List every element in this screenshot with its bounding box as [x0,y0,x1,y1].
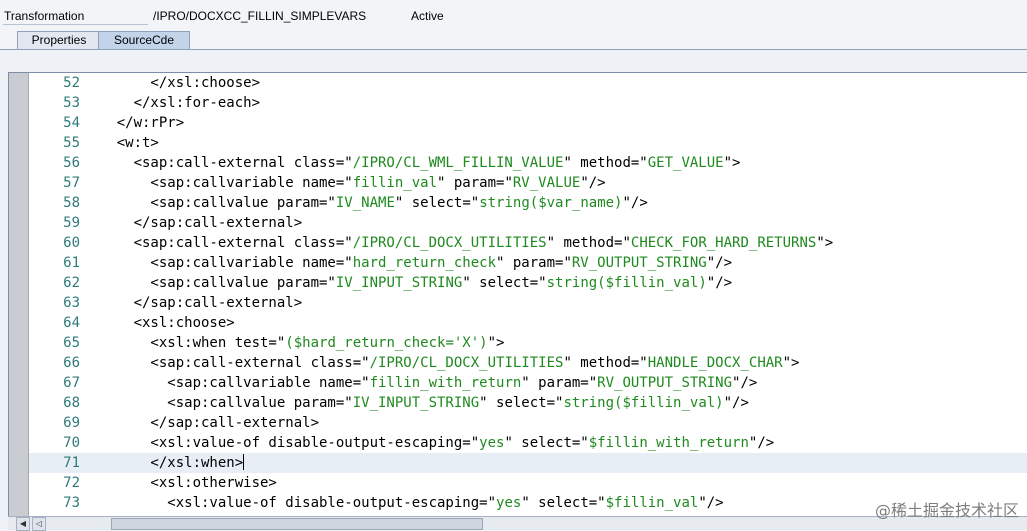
code-line[interactable]: 69 </sap:call-external> [29,413,1027,433]
code-text: </xsl:for-each> [83,95,261,111]
watermark: @稀土掘金技术社区 [874,501,1019,520]
line-number: 57 [63,175,80,191]
code-line[interactable]: 71 </xsl:when> [29,453,1027,473]
line-number: 66 [63,355,80,371]
code-line[interactable]: 55 <w:t> [29,133,1027,153]
code-text: <sap:callvariable name="fillin_val" para… [83,175,606,191]
text-caret [243,454,245,470]
code-line[interactable]: 64 <xsl:choose> [29,313,1027,333]
line-number: 61 [63,255,80,271]
code-text: <xsl:value-of disable-output-escaping="y… [83,435,775,451]
code-text: </xsl:choose> [83,75,261,91]
code-editor[interactable]: 52 </xsl:choose> 53 </xsl:for-each> 54 </w… [8,72,1027,517]
line-number: 65 [63,335,80,351]
line-number: 52 [63,75,80,91]
line-number: 67 [63,375,80,391]
code-text: <xsl:otherwise> [83,475,277,491]
code-lines: 52 </xsl:choose> 53 </xsl:for-each> 54 </w… [29,73,1027,517]
code-line[interactable]: 65 <xsl:when test="($hard_return_check='… [29,333,1027,353]
line-number: 63 [63,295,80,311]
code-line[interactable]: 62 <sap:callvalue param="IV_INPUT_STRING… [29,273,1027,293]
line-number: 72 [63,475,80,491]
code-line[interactable]: 52 </xsl:choose> [29,73,1027,93]
line-number: 70 [63,435,80,451]
line-number: 73 [63,495,80,511]
code-text: <sap:call-external class="/IPRO/CL_DOCX_… [83,355,800,371]
line-number: 55 [63,135,80,151]
code-line[interactable]: 59 </sap:call-external> [29,213,1027,233]
line-number: 68 [63,395,80,411]
tab-sourcecode[interactable]: SourceCde [98,31,190,49]
code-line[interactable]: 72 <xsl:otherwise> [29,473,1027,493]
line-number: 64 [63,315,80,331]
code-line[interactable]: 66 <sap:call-external class="/IPRO/CL_DO… [29,353,1027,373]
code-text: <w:t> [83,135,159,151]
code-line[interactable]: 63 </sap:call-external> [29,293,1027,313]
code-line[interactable]: 54 </w:rPr> [29,113,1027,133]
code-line[interactable]: 53 </xsl:for-each> [29,93,1027,113]
line-number: 71 [63,455,80,471]
divider [3,24,148,25]
line-number: 54 [63,115,80,131]
code-text: <xsl:value-of disable-output-escaping="y… [83,495,724,511]
code-text: <xsl:choose> [83,315,235,331]
object-name: /IPRO/DOCXCC_FILLIN_SIMPLEVARS [153,9,367,23]
line-number: 59 [63,215,80,231]
header-bar: Transformation /IPRO/DOCXCC_FILLIN_SIMPL… [0,0,1027,30]
line-number: 53 [63,95,80,111]
line-number: 60 [63,235,80,251]
code-text: </sap:call-external> [83,415,320,431]
line-number: 62 [63,275,80,291]
code-text: <sap:callvariable name="fillin_with_retu… [83,375,758,391]
code-line[interactable]: 58 <sap:callvalue param="IV_NAME" select… [29,193,1027,213]
code-line[interactable]: 56 <sap:call-external class="/IPRO/CL_WM… [29,153,1027,173]
code-text: </sap:call-external> [83,295,303,311]
code-text: </w:rPr> [83,115,185,131]
line-number: 58 [63,195,80,211]
code-text: <sap:callvalue param="IV_INPUT_STRING" s… [83,395,749,411]
code-text: <sap:callvalue param="IV_INPUT_STRING" s… [83,275,733,291]
line-number: 56 [63,155,80,171]
code-text: <sap:callvalue param="IV_NAME" select="s… [83,195,648,211]
code-text: <sap:callvariable name="hard_return_chec… [83,255,733,271]
scrollbar-thumb[interactable] [111,518,483,530]
code-text: <sap:call-external class="/IPRO/CL_WML_F… [83,155,741,171]
tab-properties[interactable]: Properties [17,31,101,49]
code-text: </xsl:when> [83,454,245,471]
editor-gutter [9,73,29,517]
code-line[interactable]: 57 <sap:callvariable name="fillin_val" p… [29,173,1027,193]
code-line[interactable]: 61 <sap:callvariable name="hard_return_c… [29,253,1027,273]
code-line[interactable]: 60 <sap:call-external class="/IPRO/CL_DO… [29,233,1027,253]
object-type-label: Transformation [4,9,85,23]
line-number: 69 [63,415,80,431]
code-line[interactable]: 70 <xsl:value-of disable-output-escaping… [29,433,1027,453]
code-text: <xsl:when test="($hard_return_check='X')… [83,335,505,351]
code-line[interactable]: 68 <sap:callvalue param="IV_INPUT_STRING… [29,393,1027,413]
code-line[interactable]: 67 <sap:callvariable name="fillin_with_r… [29,373,1027,393]
code-text: <sap:call-external class="/IPRO/CL_DOCX_… [83,235,834,251]
status-text: Active [411,9,444,23]
code-text: </sap:call-external> [83,215,303,231]
tab-strip: Properties SourceCde [0,29,1027,50]
